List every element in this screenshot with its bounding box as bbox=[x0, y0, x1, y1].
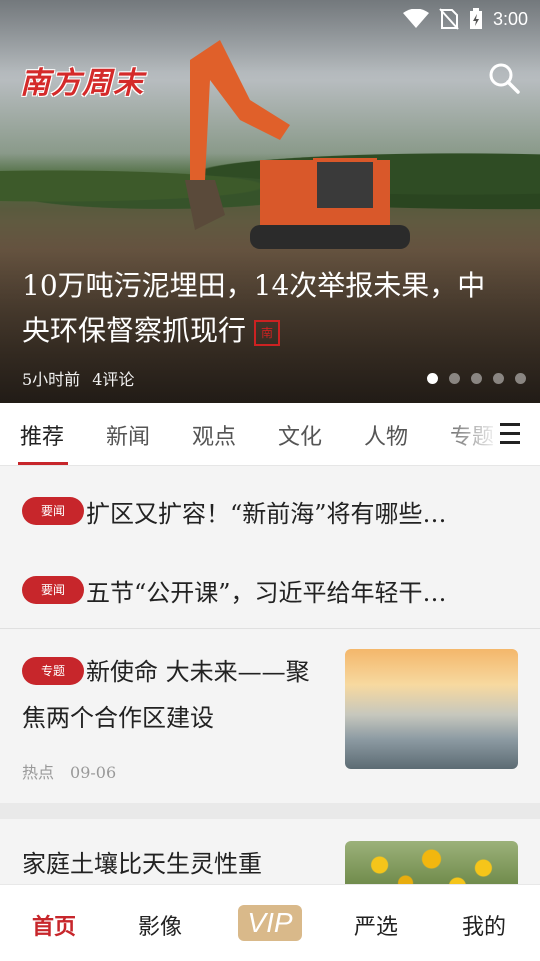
card-date: 09-06 bbox=[70, 763, 117, 782]
menu-icon[interactable] bbox=[500, 423, 520, 447]
hero-time: 5小时前 bbox=[22, 370, 81, 389]
hero-title-line2: 央环保督察抓现行 bbox=[22, 314, 247, 347]
headline-list: 要闻 扩区又扩容！“新前海”将有哪些… 要闻 五节“公开课”，习近平给年轻干… bbox=[0, 466, 540, 628]
hero-comments: 4评论 bbox=[92, 370, 135, 389]
nav-mine[interactable]: 我的 bbox=[462, 909, 506, 941]
carousel-dot[interactable] bbox=[515, 373, 526, 384]
status-bar: 3:00 bbox=[0, 0, 540, 40]
category-tabs: 推荐 新闻 观点 文化 人物 专题 bbox=[0, 403, 540, 466]
nav-select[interactable]: 严选 bbox=[354, 909, 398, 941]
app-logo: 南方周末 bbox=[20, 66, 144, 101]
status-icons: 3:00 bbox=[402, 6, 528, 32]
carousel-dot[interactable] bbox=[427, 373, 438, 384]
status-badge: 要闻 bbox=[22, 497, 84, 525]
tab-fade bbox=[440, 403, 500, 463]
carousel-dots bbox=[427, 373, 526, 384]
tab-recommend[interactable]: 推荐 bbox=[20, 419, 64, 451]
card-title: 家庭土壤比天生灵性重 bbox=[22, 841, 322, 887]
wifi-icon bbox=[402, 9, 429, 28]
carousel-dot[interactable] bbox=[471, 373, 482, 384]
card-meta: 热点 09-06 bbox=[22, 759, 132, 783]
no-sim-icon bbox=[439, 8, 459, 30]
tab-people[interactable]: 人物 bbox=[364, 419, 408, 451]
article-card[interactable]: 专题 新使命 大未来——聚焦两个合作区建设 热点 09-06 bbox=[0, 629, 540, 803]
hero-title-line1: 10万吨污泥埋田，14次举报未果，中 bbox=[22, 269, 486, 302]
list-item[interactable]: 要闻 五节“公开课”，习近平给年轻干… bbox=[22, 570, 522, 610]
list-item[interactable]: 要闻 扩区又扩容！“新前海”将有哪些… bbox=[22, 491, 522, 531]
article-card[interactable]: 家庭土壤比天生灵性重 bbox=[0, 819, 540, 901]
carousel-dot[interactable] bbox=[449, 373, 460, 384]
hero-meta: 5小时前 4评论 bbox=[22, 366, 146, 390]
nav-images[interactable]: 影像 bbox=[138, 909, 182, 941]
card-title: 专题 新使命 大未来——聚焦两个合作区建设 bbox=[22, 649, 322, 741]
card-title-text: 家庭土壤比天生灵性重 bbox=[22, 850, 262, 878]
status-badge: 要闻 bbox=[22, 576, 84, 604]
bottom-nav: 首页 影像 VIP 严选 我的 bbox=[0, 884, 540, 961]
status-time: 3:00 bbox=[492, 8, 528, 29]
card-tag: 热点 bbox=[22, 763, 55, 782]
hero-title[interactable]: 10万吨污泥埋田，14次举报未果，中 央环保督察抓现行南 bbox=[22, 263, 518, 353]
news-title: 扩区又扩容！“新前海”将有哪些… bbox=[86, 499, 447, 528]
status-badge: 专题 bbox=[22, 656, 84, 685]
active-tab-indicator bbox=[18, 462, 68, 465]
battery-charging-icon bbox=[469, 8, 482, 29]
news-title: 五节“公开课”，习近平给年轻干… bbox=[86, 578, 447, 607]
card-thumbnail bbox=[345, 649, 518, 769]
seal-icon: 南 bbox=[254, 319, 281, 346]
carousel-dot[interactable] bbox=[493, 373, 504, 384]
search-icon[interactable] bbox=[486, 60, 522, 96]
section-gap bbox=[0, 803, 540, 819]
nav-home[interactable]: 首页 bbox=[32, 909, 76, 941]
tab-news[interactable]: 新闻 bbox=[106, 419, 150, 451]
hero-banner[interactable]: 3:00 南方周末 10万吨污泥埋田，14次举报未果，中 央环保督察抓现行南 5… bbox=[0, 0, 540, 403]
tab-culture[interactable]: 文化 bbox=[278, 419, 322, 451]
hero-excavator-image bbox=[185, 40, 410, 249]
nav-vip[interactable]: VIP bbox=[238, 905, 302, 941]
tab-opinion[interactable]: 观点 bbox=[192, 419, 236, 451]
